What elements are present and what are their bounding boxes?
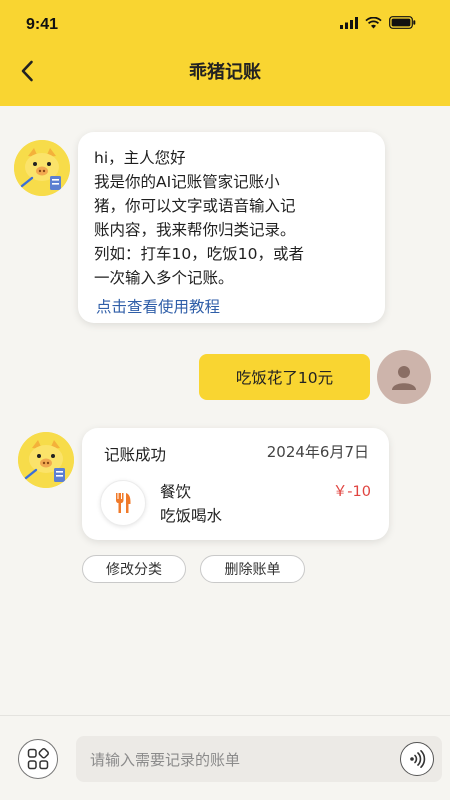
record-note: 吃饭喝水	[160, 507, 223, 525]
delete-bill-button[interactable]: 删除账单	[200, 555, 305, 583]
wifi-icon	[365, 16, 382, 28]
intro-line: 账内容，我来帮你归类记录。	[94, 221, 296, 239]
person-icon	[392, 366, 416, 390]
intro-line: 猪，你可以文字或语音输入记	[94, 197, 296, 215]
intro-line: 我是你的AI记账管家记账小	[94, 173, 280, 191]
intro-line: 列如：打车10，吃饭10，或者	[94, 245, 304, 263]
battery-icon	[389, 16, 416, 29]
user-message-bubble: 吃饭花了10元	[199, 354, 370, 400]
edit-category-button[interactable]: 修改分类	[82, 555, 186, 583]
nav-bar: 乖猪记账	[0, 46, 450, 96]
status-icons	[340, 16, 416, 29]
record-card[interactable]: 记账成功 2024年6月7日 餐饮 吃饭喝水 ￥-10	[82, 428, 389, 540]
pig-mascot-icon	[14, 140, 70, 196]
pig-avatar	[14, 140, 70, 196]
record-amount: ￥-10	[332, 484, 371, 500]
signal-icon	[340, 16, 358, 29]
status-bar: 9:41	[0, 0, 450, 44]
record-status: 记账成功	[104, 446, 167, 464]
input-bar: 请输入需要记录的账单	[0, 715, 450, 800]
tutorial-link[interactable]: 点击查看使用教程	[96, 295, 220, 317]
intro-line: hi，主人您好	[94, 149, 186, 167]
record-date: 2024年6月7日	[266, 443, 369, 461]
voice-icon	[410, 750, 426, 768]
record-category: 餐饮	[160, 483, 192, 501]
pig-mascot-icon	[18, 432, 74, 488]
utensils-icon	[116, 493, 131, 513]
app-header: 9:41 乖猪记账	[0, 0, 450, 106]
user-avatar	[377, 350, 431, 404]
menu-button[interactable]	[18, 739, 58, 779]
input-placeholder: 请输入需要记录的账单	[90, 751, 241, 769]
voice-button[interactable]	[400, 742, 434, 776]
bill-input[interactable]: 请输入需要记录的账单	[76, 736, 442, 782]
category-icon-wrap	[100, 480, 146, 526]
page-title: 乖猪记账	[189, 62, 261, 83]
grid-menu-icon	[27, 748, 49, 770]
status-time: 9:41	[26, 16, 59, 33]
intro-line: 一次输入多个记账。	[94, 269, 234, 287]
assistant-intro-bubble: hi，主人您好 我是你的AI记账管家记账小 猪，你可以文字或语音输入记 账内容，…	[78, 132, 385, 323]
pig-avatar	[18, 432, 74, 488]
